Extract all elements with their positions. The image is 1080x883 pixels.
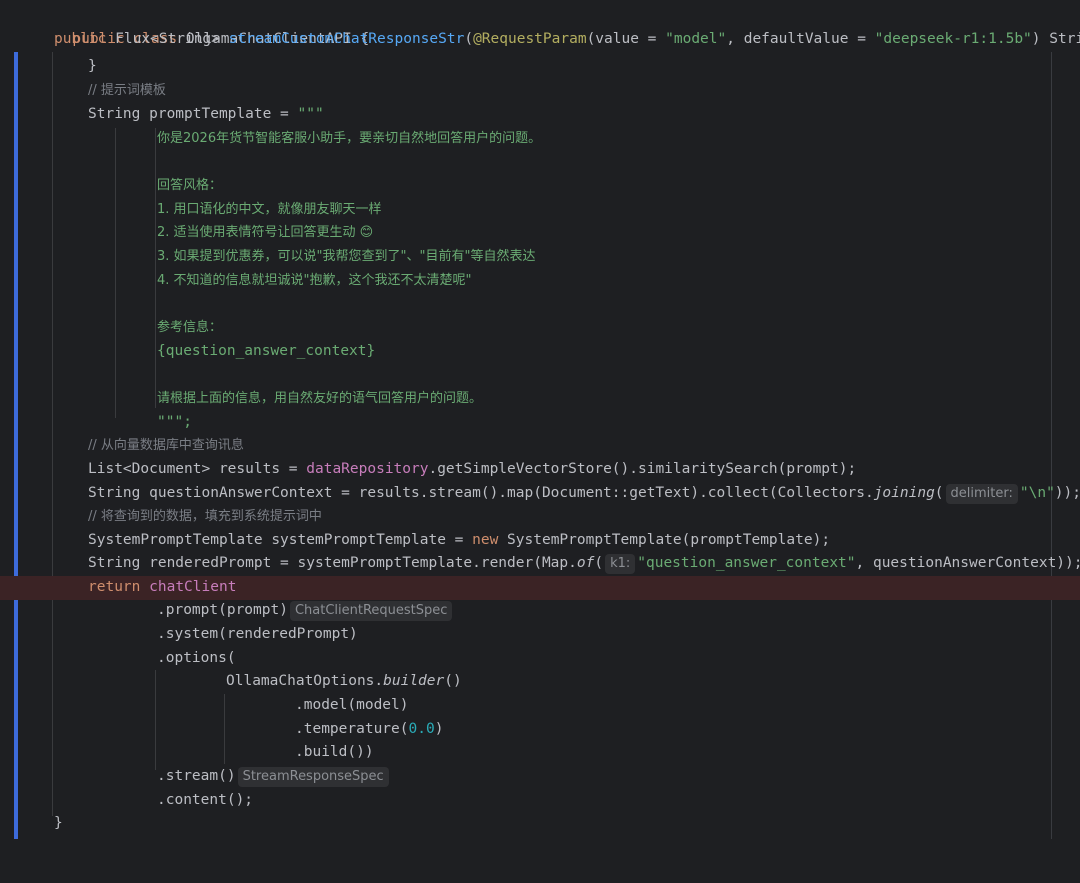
code-text: SystemPromptTemplate(promptTemplate); [498, 532, 831, 548]
code-line: // 提示词模板 [0, 79, 1080, 103]
code-line: String promptTemplate = """ [0, 103, 1080, 127]
template-text: 4. 不知道的信息就坦诚说"抱歉，这个我还不太清楚呢" [157, 273, 472, 288]
code-text: String promptTemplate = [88, 106, 298, 122]
string-literal: """ [297, 106, 324, 122]
code-line: 请根据上面的信息，用自然友好的语气回答用户的问题。 [0, 387, 1080, 411]
code-line: OllamaChatOptions.builder() [0, 670, 1080, 694]
parameter-hint: k1: [605, 554, 636, 574]
keyword: new [472, 532, 499, 548]
code-text: .prompt(prompt) [157, 602, 288, 618]
code-line: String questionAnswerContext = results.s… [0, 482, 1080, 506]
paren: ( [594, 555, 604, 571]
number-literal: 0.0 [408, 721, 435, 737]
code-line: List<Document> results = dataRepository.… [0, 458, 1080, 482]
brace: } [54, 815, 63, 831]
code-line: 你是2026年货节智能客服小助手，要亲切自然地回答用户的问题。 [0, 127, 1080, 151]
code-line: String renderedPrompt = systemPromptTemp… [0, 552, 1080, 576]
paren: ( [934, 485, 944, 501]
code-text: .build()) [295, 744, 374, 760]
brace: } [88, 58, 97, 74]
code-text: .options( [157, 650, 236, 666]
paren: ( [464, 31, 474, 47]
comment: // 从向量数据库中查询讯息 [88, 438, 244, 453]
code-line: .options( [0, 647, 1080, 671]
code-text: List<Document> results = [88, 461, 307, 477]
code-line: 3. 如果提到优惠券，可以说"我帮您查到了"、"目前有"等自然表达 [0, 245, 1080, 269]
code-text: () [444, 673, 462, 689]
code-line: 回答风格： [0, 174, 1080, 198]
keyword: return [88, 579, 141, 595]
code-line: .build()) [0, 741, 1080, 765]
return-type: Flux<String> [115, 31, 220, 47]
static-method: of [576, 555, 595, 571]
code-line: .content(); [0, 789, 1080, 813]
code-line: .stream() StreamResponseSpec [0, 765, 1080, 789]
parameter-hint: delimiter: [945, 484, 1018, 504]
code-text: .stream() [157, 768, 236, 784]
code-text: OllamaChatOptions. [226, 673, 384, 689]
code-line: } [0, 812, 1080, 836]
current-line: return chatClient [0, 576, 1080, 600]
annotation: @RequestParam [473, 31, 587, 47]
code-text: ) [434, 721, 444, 737]
field-reference: dataRepository [306, 461, 429, 477]
string-literal: "question_answer_context" [637, 555, 856, 571]
code-line: // 将查询到的数据，填充到系统提示词中 [0, 505, 1080, 529]
string-literal: "\n" [1019, 485, 1055, 501]
code-text: .temperature( [295, 721, 409, 737]
code-line: 4. 不知道的信息就坦诚说"抱歉，这个我还不太清楚呢" [0, 269, 1080, 293]
code-text: .system(renderedPrompt) [157, 626, 358, 642]
code-line: public Flux<String> streamCustomChatResp… [0, 28, 1080, 52]
template-text: 你是2026年货节智能客服小助手，要亲切自然地回答用户的问题。 [157, 131, 542, 146]
code-text: ) String [1031, 31, 1080, 47]
code-text: .model(model) [295, 697, 409, 713]
code-text: String renderedPrompt = systemPromptTemp… [88, 555, 577, 571]
code-text: , questionAnswerContext)); [855, 555, 1080, 571]
template-text: 3. 如果提到优惠券，可以说"我帮您查到了"、"目前有"等自然表达 [157, 249, 536, 264]
code-line: 参考信息： [0, 316, 1080, 340]
type-hint: ChatClientRequestSpec [289, 601, 453, 621]
string-literal: """; [157, 414, 192, 430]
template-text: 1. 用口语化的中文，就像朋友聊天一样 [157, 202, 382, 217]
keyword: public [54, 31, 107, 47]
code-line: public class OllamaChatClientAPI { [0, 4, 1080, 47]
template-text: 回答风格： [157, 178, 223, 193]
comment: // 提示词模板 [88, 83, 166, 98]
code-line: .temperature(0.0) [0, 718, 1080, 742]
method-name: streamCustomChatResponseStr [228, 31, 465, 47]
comment: // 将查询到的数据，填充到系统提示词中 [88, 509, 322, 524]
code-text: )); [1054, 485, 1080, 501]
code-text: .getSimpleVectorStore().similaritySearch… [428, 461, 857, 477]
type-hint: StreamResponseSpec [237, 767, 389, 787]
static-method: joining [873, 485, 935, 501]
code-line: } [0, 55, 1080, 79]
code-line: SystemPromptTemplate systemPromptTemplat… [0, 529, 1080, 553]
template-text: 参考信息： [157, 320, 223, 335]
code-text: , defaultValue = [726, 31, 875, 47]
code-line: 1. 用口语化的中文，就像朋友聊天一样 [0, 198, 1080, 222]
field-reference: chatClient [149, 579, 237, 595]
code-text: .content(); [157, 792, 254, 808]
code-line: .system(renderedPrompt) [0, 623, 1080, 647]
code-editor[interactable]: public class OllamaChatClientAPI { publi… [0, 0, 1080, 839]
code-text: SystemPromptTemplate systemPromptTemplat… [88, 532, 473, 548]
code-text: (value = [586, 31, 666, 47]
static-method: builder [383, 673, 445, 689]
code-line: {question_answer_context} [0, 340, 1080, 364]
template-text: 请根据上面的信息，用自然友好的语气回答用户的问题。 [157, 391, 483, 406]
code-line: // 从向量数据库中查询讯息 [0, 434, 1080, 458]
string-literal: "model" [665, 31, 727, 47]
code-line: .model(model) [0, 694, 1080, 718]
code-text: String questionAnswerContext = results.s… [88, 485, 874, 501]
code-line: 2. 适当使用表情符号让回答更生动 😊 [0, 221, 1080, 245]
template-text: 2. 适当使用表情符号让回答更生动 😊 [157, 225, 374, 240]
template-placeholder: {question_answer_context} [157, 343, 376, 359]
code-line: """; [0, 411, 1080, 435]
code-line: .prompt(prompt) ChatClientRequestSpec [0, 599, 1080, 623]
string-literal: "deepseek-r1:1.5b" [874, 31, 1032, 47]
